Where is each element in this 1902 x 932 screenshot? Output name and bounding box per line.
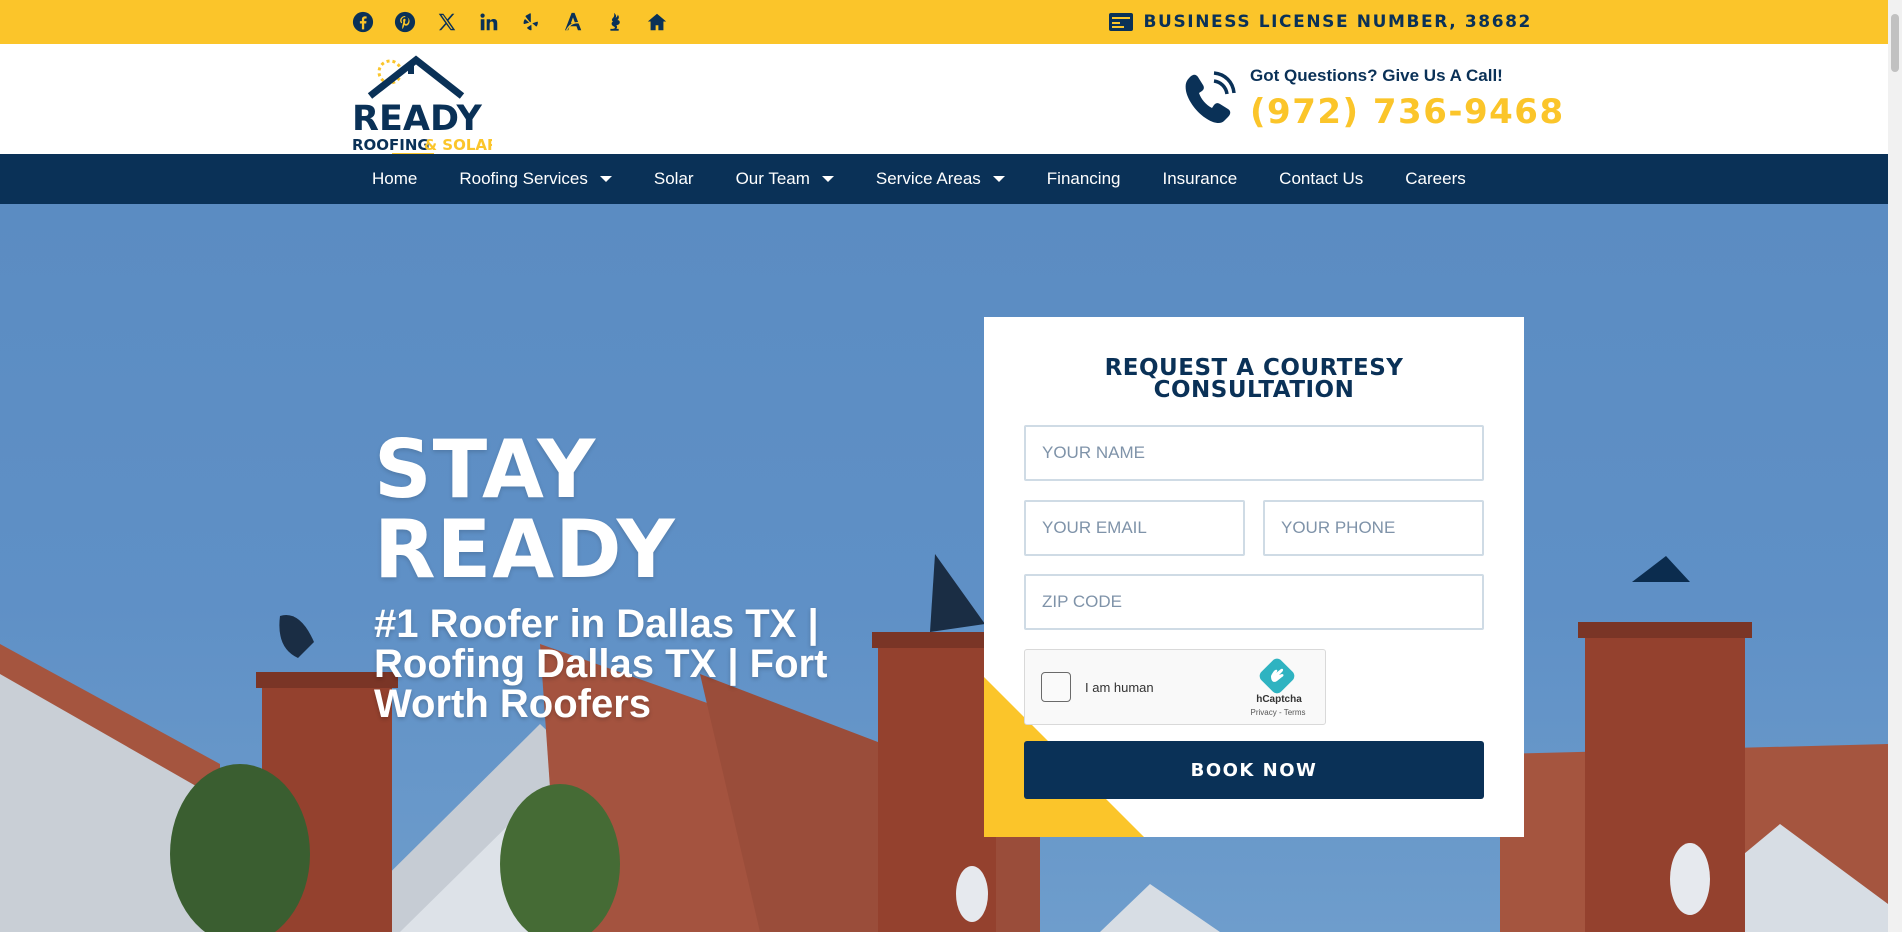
facebook-icon[interactable]	[352, 9, 394, 35]
caret-down-icon	[821, 176, 834, 182]
hcaptcha-logo-icon	[1259, 658, 1295, 694]
hcaptcha-widget: I am human hCaptcha Privacy - Terms	[1024, 649, 1326, 725]
social-links	[352, 9, 688, 35]
rooftops-background-image	[0, 554, 1888, 932]
svg-text:& SOLAR: & SOLAR	[424, 136, 492, 154]
main-navigation: Home Roofing Services Solar Our Team Ser…	[0, 154, 1888, 204]
bbb-icon[interactable]	[604, 9, 646, 35]
scrollbar-thumb[interactable]	[1891, 14, 1899, 72]
pinterest-icon[interactable]	[394, 9, 436, 35]
captcha-brand: hCaptcha	[1256, 694, 1302, 705]
form-title: REQUEST A COURTESY CONSULTATION	[1104, 355, 1404, 403]
phone-number[interactable]: (972) 736-9468	[1250, 92, 1565, 132]
hero-section: STAY READY #1 Roofer in Dallas TX | Roof…	[0, 204, 1888, 932]
id-card-icon	[1109, 13, 1134, 31]
nav-item-careers[interactable]: Careers	[1405, 169, 1465, 189]
business-license: BUSINESS LICENSE NUMBER, 38682	[1109, 12, 1532, 32]
call-prompt: Got Questions? Give Us A Call!	[1250, 66, 1503, 85]
nav-item-our-team[interactable]: Our Team	[736, 169, 834, 189]
nav-item-financing[interactable]: Financing	[1047, 169, 1121, 189]
caret-down-icon	[992, 176, 1005, 182]
svg-text:READY: READY	[352, 99, 482, 139]
page-scrollbar[interactable]	[1888, 0, 1902, 932]
nav-item-insurance[interactable]: Insurance	[1163, 169, 1238, 189]
hero-subheadline: #1 Roofer in Dallas TX | Roofing Dallas …	[374, 602, 828, 726]
yelp-icon[interactable]	[520, 9, 562, 35]
nav-item-home[interactable]: Home	[372, 169, 417, 189]
linkedin-icon[interactable]	[478, 9, 520, 35]
home-icon[interactable]	[646, 9, 688, 35]
nav-item-service-areas[interactable]: Service Areas	[876, 169, 1005, 189]
nav-item-contact-us[interactable]: Contact Us	[1279, 169, 1363, 189]
captcha-label: I am human	[1085, 680, 1154, 695]
consultation-form-card: REQUEST A COURTESY CONSULTATION I am hum…	[984, 317, 1524, 837]
license-text: BUSINESS LICENSE NUMBER, 38682	[1143, 12, 1532, 32]
x-icon[interactable]	[436, 9, 478, 35]
call-block: Got Questions? Give Us A Call! (972) 736…	[1182, 66, 1565, 132]
hero-headline: STAY READY	[374, 423, 676, 596]
site-header: READY ROOFING & SOLAR Got Questions? Giv…	[0, 44, 1888, 155]
phone-input[interactable]	[1263, 500, 1484, 556]
svg-text:ROOFING: ROOFING	[352, 136, 430, 154]
angi-icon[interactable]	[562, 9, 604, 35]
phone-icon	[1185, 71, 1236, 124]
nav-item-roofing-services[interactable]: Roofing Services	[459, 169, 612, 189]
top-bar: BUSINESS LICENSE NUMBER, 38682	[0, 0, 1888, 44]
nav-item-solar[interactable]: Solar	[654, 169, 694, 189]
email-input[interactable]	[1024, 500, 1245, 556]
captcha-links[interactable]: Privacy - Terms	[1239, 708, 1317, 717]
book-now-button[interactable]: BOOK NOW	[1024, 741, 1484, 799]
captcha-checkbox[interactable]	[1041, 672, 1071, 702]
ready-roofing-logo[interactable]: READY ROOFING & SOLAR	[352, 50, 499, 155]
zip-code-input[interactable]	[1024, 574, 1484, 630]
caret-down-icon	[599, 176, 612, 182]
name-input[interactable]	[1024, 425, 1484, 481]
